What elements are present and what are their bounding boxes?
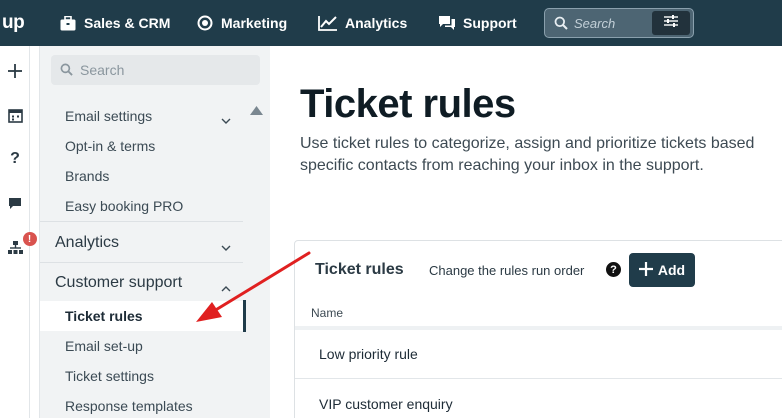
annotation-arrow (196, 251, 311, 322)
